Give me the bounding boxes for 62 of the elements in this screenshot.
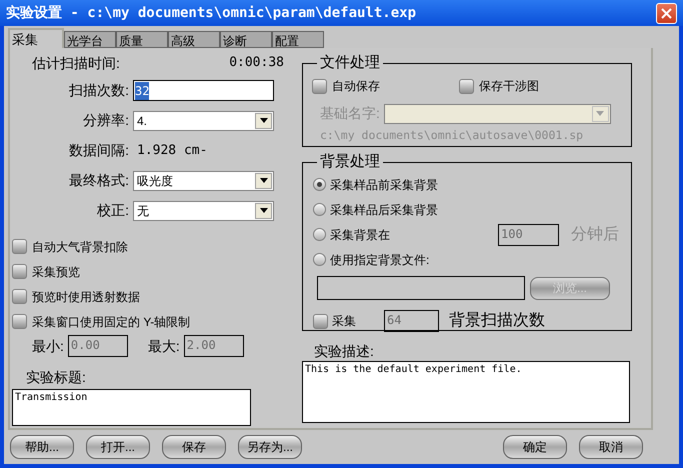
checkbox-label: 采集窗口使用固定的 Y-轴限制 (32, 314, 190, 330)
tab[interactable]: 质量 (116, 31, 168, 48)
tab[interactable]: 采集 (8, 28, 64, 48)
checkbox-label: 采集 (332, 313, 356, 330)
dialog-button[interactable]: 另存为... (238, 435, 302, 459)
description-field[interactable]: This is the default experiment file. (302, 361, 630, 423)
checkbox[interactable] (459, 78, 474, 94)
checkbox-label: 保存干涉图 (479, 78, 539, 95)
radio-label: 采集样品前采集背景 (330, 176, 439, 194)
data-spacing-value: 1.928 cm- (136, 142, 208, 160)
group-title: 文件处理 (317, 54, 383, 72)
dialog-button[interactable]: 取消 (579, 435, 643, 459)
limit-label: 最小: (32, 336, 64, 356)
background-file-field[interactable] (317, 276, 525, 300)
experiment-title-label: 实验标题: (25, 368, 87, 387)
tab[interactable]: 光学台 (64, 31, 116, 48)
radio-button[interactable] (313, 253, 326, 266)
close-button[interactable] (656, 2, 677, 24)
interval-unit: 分钟后 (571, 224, 619, 244)
dialog-button[interactable]: 确定 (503, 435, 567, 459)
checkbox[interactable] (12, 264, 27, 279)
experiment-title-field[interactable]: Transmission (12, 389, 251, 426)
setting-label: 分辨率: (82, 111, 130, 130)
radio-label: 采集背景在 (330, 226, 391, 244)
dialog-button[interactable]: 保存 (162, 435, 226, 459)
window-title: 实验设置 - c:\my documents\omnic\param\default.exp (6, 4, 416, 22)
radio-button[interactable] (313, 178, 326, 191)
checkbox[interactable] (312, 78, 327, 94)
checkbox-label: 采集预览 (32, 264, 80, 280)
dropdown[interactable]: 无 (133, 200, 274, 220)
radio-label: 使用指定背景文件: (330, 252, 430, 268)
checkbox[interactable] (12, 289, 27, 304)
checkbox-label: 自动保存 (332, 78, 380, 95)
radio-label: 采集样品后采集背景 (330, 202, 439, 218)
checkbox[interactable] (313, 314, 328, 328)
setting-label: 数据间隔: (68, 141, 130, 160)
scan-time-label: 估计扫描时间: (32, 54, 120, 72)
tab[interactable]: 诊断 (220, 31, 272, 48)
checkbox[interactable] (12, 239, 27, 254)
setting-label: 最终格式: (68, 171, 130, 190)
checkbox[interactable] (12, 314, 27, 329)
autosave-path: c:\my documents\omnic\autosave\0001.sp (319, 127, 584, 144)
dialog-button[interactable]: 打开... (86, 435, 150, 459)
tab[interactable]: 配置 (272, 31, 324, 48)
scan-time-value: 0:00:38 (229, 54, 284, 72)
dropdown[interactable]: 吸光度 (133, 170, 274, 190)
checkbox-label: 自动大气背景扣除 (32, 238, 128, 256)
description-label: 实验描述: (313, 342, 375, 359)
scan-count-field[interactable]: 32 (133, 80, 274, 101)
checkbox-label: 预览时使用透射数据 (32, 288, 140, 306)
close-icon (661, 8, 672, 18)
background-scans-label: 背景扫描次数 (449, 310, 545, 331)
tab[interactable]: 高级 (168, 31, 220, 48)
group-title: 背景处理 (317, 153, 383, 171)
radio-button[interactable] (313, 228, 326, 241)
base-name-label: 基础名字: (320, 104, 380, 123)
dropdown[interactable]: 4. (133, 110, 274, 130)
limit-label: 最大: (148, 336, 180, 356)
setting-label: 校正: (96, 201, 130, 220)
dialog-button[interactable]: 帮助... (10, 435, 74, 459)
setting-label: 扫描次数: (68, 81, 130, 100)
radio-button[interactable] (313, 203, 326, 216)
